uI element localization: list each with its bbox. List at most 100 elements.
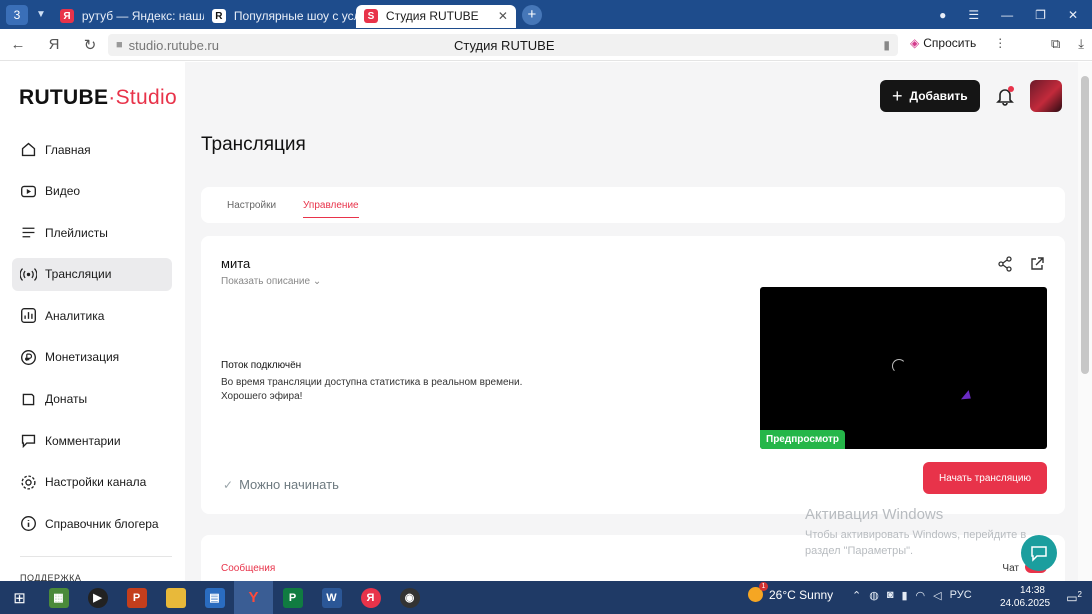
close-icon[interactable]: ✕ <box>498 9 508 23</box>
plus-icon: + <box>892 85 903 106</box>
start-broadcast-button[interactable]: Начать трансляцию <box>923 462 1047 494</box>
tab-settings[interactable]: Настройки <box>227 200 276 211</box>
camera-icon[interactable]: ◙ <box>887 589 894 602</box>
watermark-line-3: раздел "Параметры". <box>805 545 914 557</box>
show-description-label: Показать описание <box>221 276 311 287</box>
taskbar-app[interactable]: ▶ <box>78 581 117 614</box>
volume-icon[interactable]: ◁ <box>933 589 941 602</box>
sidebar-item-analytics[interactable]: Аналитика <box>12 299 172 332</box>
taskbar-app[interactable]: Y <box>234 581 273 614</box>
close-window-icon[interactable]: ✕ <box>1068 8 1078 22</box>
collections-icon[interactable]: ⧉ <box>1051 36 1060 52</box>
taskbar-app[interactable]: P <box>273 581 312 614</box>
status-line-2: Хорошего эфира! <box>221 391 303 402</box>
url-field[interactable]: ■ studio.rutube.ru Студия RUTUBE ▮ <box>108 34 898 56</box>
watermark-line-2: Чтобы активировать Windows, перейдите в <box>805 529 1027 541</box>
ai-icon: ◈ <box>910 36 920 50</box>
battery-icon[interactable]: ▮ <box>901 589 907 602</box>
sidebar-item-broadcasts[interactable]: Трансляции <box>12 257 172 291</box>
app-icon: ▦ <box>48 587 69 608</box>
rutube-studio-logo[interactable]: RUTUBE·Studio <box>19 86 177 110</box>
add-label: Добавить <box>909 89 968 103</box>
taskbar-app[interactable]: Я <box>351 581 390 614</box>
sidebar-item-video[interactable]: Видео <box>12 175 172 208</box>
windows-taskbar: ⊞ ▦ ▶ P ▤ Y P W Я ◉ 1 26°C Sunny ⌃ ◍ ◙ ▮… <box>0 581 1092 614</box>
tab-counter[interactable]: 3 <box>6 4 28 25</box>
clock-time: 14:38 <box>1019 585 1045 596</box>
download-icon[interactable]: ⤓ <box>1078 36 1084 52</box>
stream-actions <box>997 256 1045 272</box>
tab-management[interactable]: Управление <box>303 200 359 218</box>
loading-spinner-icon <box>892 359 906 373</box>
browser-tab[interactable]: R Популярные шоу с услуг <box>204 5 356 28</box>
profile-icon[interactable]: ● <box>939 8 946 22</box>
url-text: studio.rutube.ru <box>128 37 219 53</box>
more-icon[interactable]: ⋮ <box>994 36 1006 50</box>
avatar[interactable] <box>1029 80 1062 112</box>
davinci-icon: ◉ <box>399 587 420 608</box>
watermark-text: Чтобы активировать Windows, перейдите в … <box>805 527 1026 559</box>
support-chat-button[interactable] <box>1021 535 1057 571</box>
bookmark-icon[interactable]: ▮ <box>883 38 890 52</box>
sidebar-item-comments[interactable]: Комментарии <box>12 424 172 457</box>
page: RUTUBE·Studio Главная Видео Плейлисты Тр… <box>0 62 1078 581</box>
chat-label: Чат <box>1002 563 1019 574</box>
taskbar-app[interactable]: ▤ <box>195 581 234 614</box>
chevron-up-icon[interactable]: ⌃ <box>852 589 861 602</box>
bell-icon[interactable] <box>994 85 1016 107</box>
notification-count: 2 <box>1077 590 1082 599</box>
sidebar: RUTUBE·Studio Главная Видео Плейлисты Тр… <box>0 62 185 581</box>
stream-name: мита <box>221 256 251 271</box>
logo-dot: · <box>108 86 116 109</box>
sidebar-item-blogger-guide[interactable]: Справочник блогера <box>12 507 172 540</box>
weather-widget[interactable]: 1 26°C Sunny <box>748 582 833 602</box>
minimize-icon[interactable]: — <box>1001 8 1013 22</box>
yandex-home-icon[interactable]: Я <box>36 36 72 53</box>
share-icon[interactable] <box>997 256 1013 272</box>
menu-icon[interactable]: ☰ <box>968 8 979 22</box>
publisher-icon: P <box>282 587 303 608</box>
sidebar-item-label: Аналитика <box>45 308 105 323</box>
show-description-toggle[interactable]: Показать описание ⌄ <box>221 276 321 287</box>
network-icon[interactable]: ◍ <box>869 589 879 602</box>
weather-badge: 1 <box>759 582 768 591</box>
restore-icon[interactable]: ❐ <box>1035 8 1046 22</box>
home-icon <box>21 142 36 157</box>
stream-preview[interactable]: Предпросмотр <box>760 287 1047 449</box>
browser-tab[interactable]: Я рутуб — Яндекс: нашлос <box>52 5 204 28</box>
language-indicator[interactable]: РУС <box>950 589 972 602</box>
scrollbar-thumb[interactable] <box>1081 76 1089 374</box>
wifi-icon[interactable]: ◠ <box>916 589 926 602</box>
taskbar-app[interactable]: W <box>312 581 351 614</box>
rutube-icon: R <box>211 9 226 23</box>
ask-button[interactable]: ◈ Спросить ⋮ <box>910 36 1006 50</box>
windows-activation-watermark: Активация Windows Чтобы активировать Win… <box>805 506 1026 559</box>
reload-icon[interactable]: ↻ <box>72 36 108 54</box>
sidebar-item-label: Справочник блогера <box>45 516 159 531</box>
new-tab-button[interactable]: + <box>521 4 542 25</box>
sidebar-item-home[interactable]: Главная <box>12 133 172 166</box>
gear-icon <box>21 475 36 490</box>
taskbar-app[interactable]: ◉ <box>390 581 429 614</box>
external-link-icon[interactable] <box>1029 256 1045 272</box>
add-button[interactable]: + Добавить <box>880 80 980 112</box>
logo-studio: Studio <box>115 86 177 109</box>
sidebar-item-channel-settings[interactable]: Настройки канала <box>12 466 172 499</box>
broadcast-icon <box>20 267 37 281</box>
taskbar-app[interactable]: ▦ <box>39 581 78 614</box>
chevron-down-icon[interactable]: ▼ <box>36 9 46 20</box>
window-controls: ● ☰ — ❐ ✕ <box>939 8 1092 22</box>
start-button[interactable]: ⊞ <box>0 581 39 614</box>
sidebar-item-donations[interactable]: Донаты <box>12 383 172 416</box>
browser-tab-active[interactable]: S Студия RUTUBE ✕ <box>355 4 516 28</box>
taskbar-app[interactable]: P <box>117 581 156 614</box>
sidebar-item-monetization[interactable]: Монетизация <box>12 341 172 374</box>
back-icon[interactable]: ← <box>0 36 36 53</box>
sun-icon: 1 <box>748 582 768 602</box>
clock[interactable]: 14:38 24.06.2025 <box>1000 584 1050 610</box>
sidebar-item-label: Плейлисты <box>45 225 108 240</box>
notification-center-icon[interactable]: ▭2 <box>1066 590 1082 605</box>
sidebar-item-playlists[interactable]: Плейлисты <box>12 216 172 249</box>
taskbar-app[interactable] <box>156 581 195 614</box>
comments-icon <box>21 434 36 449</box>
